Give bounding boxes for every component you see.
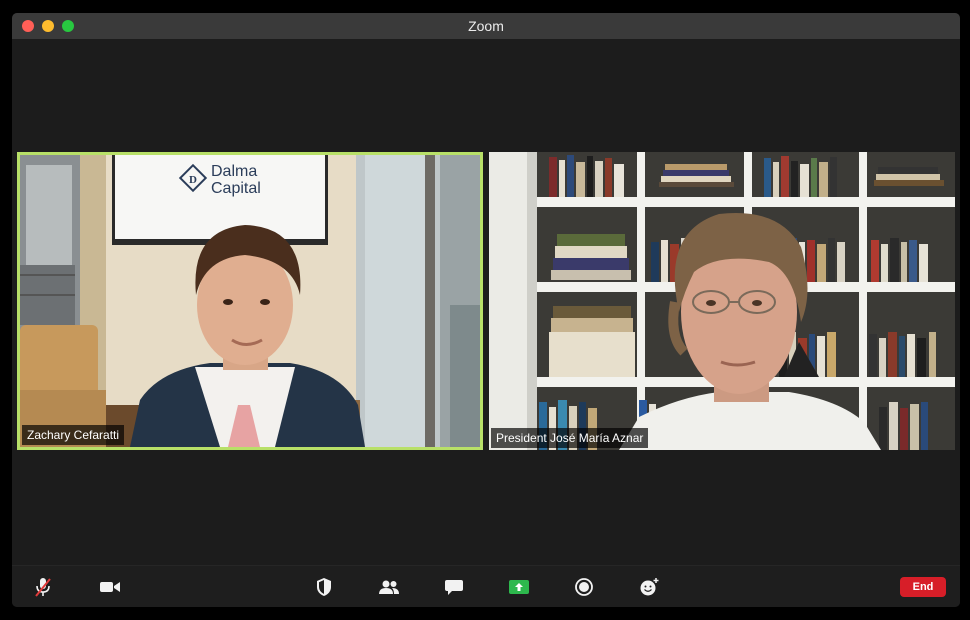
svg-text:D: D [189, 174, 197, 186]
participant-video-feed: D Dalma Capital [20, 155, 480, 447]
security-button[interactable] [311, 574, 337, 600]
sign-text-line1: Dalma [211, 163, 257, 180]
chat-icon [445, 580, 463, 595]
share-screen-icon [509, 580, 529, 594]
microphone-muted-icon [35, 578, 51, 597]
video-tile-zachary[interactable]: D Dalma Capital Zachary Cefaratti [17, 152, 483, 450]
sign-text-line2: Capital [211, 180, 261, 197]
video-tile-aznar[interactable]: President José María Aznar [489, 152, 955, 450]
participants-icon [379, 580, 399, 594]
share-screen-button[interactable] [506, 574, 532, 600]
security-shield-icon [317, 578, 331, 596]
reactions-button[interactable] [636, 574, 662, 600]
zoom-window: Zoom D Dalma Capital Zachary Cefaratti P… [12, 13, 960, 607]
participant-video-feed [489, 152, 955, 450]
participants-button[interactable] [376, 574, 402, 600]
reactions-icon [640, 578, 659, 596]
record-button[interactable] [571, 574, 597, 600]
meeting-controls-toolbar: End [12, 565, 960, 607]
stop-video-button[interactable] [97, 574, 123, 600]
participant-name-label: Zachary Cefaratti [22, 425, 125, 445]
chat-button[interactable] [441, 574, 467, 600]
window-title: Zoom [468, 18, 504, 34]
participant-name-label: President José María Aznar [491, 428, 649, 448]
video-gallery: D Dalma Capital Zachary Cefaratti Presid… [12, 39, 960, 565]
end-meeting-button[interactable]: End [900, 577, 946, 597]
record-icon [575, 578, 593, 596]
title-bar: Zoom [12, 13, 960, 39]
video-camera-icon [100, 582, 120, 592]
mute-button[interactable] [30, 574, 56, 600]
